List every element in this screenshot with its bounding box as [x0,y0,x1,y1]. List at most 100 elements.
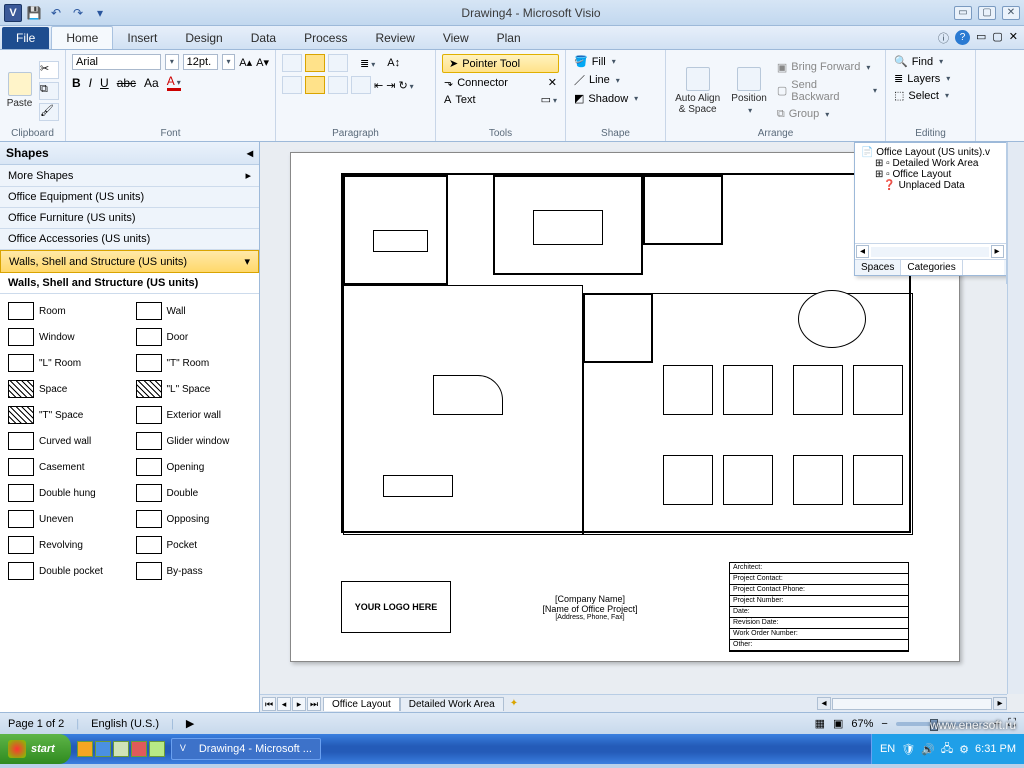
copy-icon[interactable]: ⧉ [39,82,59,100]
stencil-shape[interactable]: "T" Room [134,352,254,374]
justify-icon[interactable] [351,76,371,94]
stencil-shape[interactable]: Space [6,378,126,400]
insert-tab[interactable]: Insert [113,27,171,49]
review-tab[interactable]: Review [361,27,428,49]
ribbon-minimize-button[interactable]: ▭ [954,6,972,20]
qat-dropdown-icon[interactable]: ▾ [92,5,108,21]
strikethrough-button[interactable]: abc [117,76,136,90]
stencil-shape[interactable]: Curved wall [6,430,126,452]
stencil-shape[interactable]: Uneven [6,508,126,530]
page-indicator[interactable]: Page 1 of 2 [8,718,64,730]
tray-icon[interactable]: 🔊 [921,743,935,756]
plan-tab[interactable]: Plan [483,27,535,49]
select-button[interactable]: ⬚Select [892,88,969,103]
find-button[interactable]: 🔍Find [892,54,969,69]
stencil-shape[interactable]: "T" Space [6,404,126,426]
text-tool-button[interactable]: AText ▭ [442,92,559,107]
ribbon-minimize-icon[interactable]: ⓘ [938,30,949,46]
clock[interactable]: 6:31 PM [975,743,1016,755]
stencil-category[interactable]: Office Equipment (US units) [0,187,259,208]
stencil-category[interactable]: Office Accessories (US units) [0,229,259,250]
home-tab[interactable]: Home [51,26,113,49]
align-left-icon[interactable] [282,76,302,94]
send-backward-button[interactable]: ▢Send Backward [775,78,879,104]
tray-icon[interactable]: 🖧 [941,740,953,759]
stencil-shape[interactable]: Opening [134,456,254,478]
stencil-shape[interactable]: Wall [134,300,254,322]
underline-button[interactable]: U [100,76,109,90]
decrease-font-icon[interactable]: A▾ [256,56,269,69]
view-fullscreen-icon[interactable]: ▣ [833,717,843,730]
hscroll-left-icon[interactable]: ◂ [817,697,831,710]
stencil-shape[interactable]: Window [6,326,126,348]
bullets-icon[interactable]: ≣ [360,57,375,70]
stencil-shape[interactable]: Glider window [134,430,254,452]
case-button[interactable]: Aa [144,76,159,90]
shadow-button[interactable]: ◩Shadow [572,91,659,106]
help-icon[interactable]: ? [955,30,970,45]
stencil-shape[interactable]: Pocket [134,534,254,556]
stencil-shape[interactable]: Casement [6,456,126,478]
stencil-shape[interactable]: Double pocket [6,560,126,582]
layers-button[interactable]: ≣Layers [892,71,969,86]
new-page-icon[interactable]: ✦ [504,698,524,709]
quick-launch-icon[interactable] [149,741,165,757]
scroll-right-icon[interactable]: ▸ [991,245,1004,258]
tray-icon[interactable]: ⚙ [959,743,969,756]
fill-button[interactable]: 🪣Fill [572,54,659,69]
language-bar[interactable]: EN [880,743,895,755]
quick-launch-icon[interactable] [77,741,93,757]
align-right-icon[interactable] [328,76,348,94]
next-page-icon[interactable]: ▸ [292,697,306,711]
align-bottom-icon[interactable] [328,54,348,72]
increase-indent-icon[interactable]: ⇥ [386,79,395,92]
zoom-level[interactable]: 67% [851,718,873,730]
categories-tab[interactable]: Categories [901,260,962,275]
stencil-shape[interactable]: "L" Room [6,352,126,374]
hscroll-right-icon[interactable]: ▸ [993,697,1007,710]
view-tab[interactable]: View [429,27,483,49]
quick-launch-icon[interactable] [95,741,111,757]
drawing-canvas[interactable]: YOUR LOGO HERE [Company Name] [Name of O… [260,142,1024,712]
category-item[interactable]: ⊞ ▫ Detailed Work Area [875,158,1017,169]
stencil-shape[interactable]: Double [134,482,254,504]
font-size-select[interactable]: 12pt. [183,54,218,70]
align-top-icon[interactable] [282,54,302,72]
stencil-shape[interactable]: Double hung [6,482,126,504]
first-page-icon[interactable]: ⏮ [262,697,276,711]
position-button[interactable]: Position [729,54,769,127]
redo-icon[interactable]: ↷ [70,5,86,21]
cut-icon[interactable]: ✂ [39,61,59,79]
prev-page-icon[interactable]: ◂ [277,697,291,711]
quick-launch-icon[interactable] [131,741,147,757]
page-tab-active[interactable]: Office Layout [323,697,400,711]
macro-record-icon[interactable]: ▶ [186,717,194,730]
stencil-shape[interactable]: Room [6,300,126,322]
shapes-dropdown-icon[interactable]: ▭ [541,93,557,106]
vertical-scrollbar[interactable] [1007,142,1024,694]
font-name-select[interactable]: Arial [72,54,161,70]
spaces-tab[interactable]: Spaces [855,260,901,275]
bold-button[interactable]: B [72,76,81,90]
scroll-left-icon[interactable]: ◂ [856,245,869,258]
category-item[interactable]: ⊞ ▫ Office Layout [875,169,1017,180]
decrease-indent-icon[interactable]: ⇤ [374,79,383,92]
rotate-text-icon[interactable]: ↻ [398,79,413,92]
category-item[interactable]: ❓ Unplaced Data [875,180,1017,191]
file-tab[interactable]: File [2,27,49,49]
stencil-shape[interactable]: By-pass [134,560,254,582]
font-size-dropdown[interactable]: ▾ [222,54,236,70]
align-middle-icon[interactable] [305,54,325,72]
line-button[interactable]: ／Line [572,71,659,89]
align-center-icon[interactable] [305,76,325,94]
italic-button[interactable]: I [89,76,92,90]
doc-close-button[interactable]: ✕ [1009,30,1018,46]
quick-launch-icon[interactable] [113,741,129,757]
group-button[interactable]: ⧉Group [775,107,879,122]
ribbon-restore-button[interactable]: ▢ [978,6,996,20]
page-tab[interactable]: Detailed Work Area [400,697,504,711]
category-root[interactable]: 📄 Office Layout (US units).v [861,147,1017,158]
stencil-shape[interactable]: Exterior wall [134,404,254,426]
x-icon[interactable]: ✕ [548,76,557,89]
text-direction-icon[interactable]: A↕ [387,57,400,69]
